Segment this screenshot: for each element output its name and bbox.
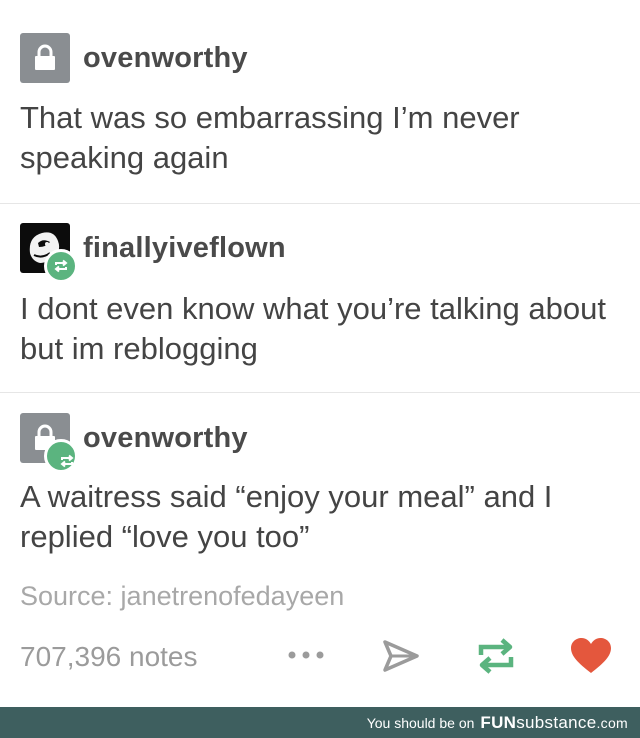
more-icon (288, 651, 324, 659)
like-button[interactable] (570, 637, 612, 675)
post-source[interactable]: Source: janetrenofedayeen (20, 581, 344, 612)
username[interactable]: ovenworthy (83, 42, 248, 75)
heart-icon (571, 638, 611, 673)
share-button[interactable] (382, 639, 420, 673)
reblog-badge (44, 249, 78, 283)
banner-text: You should be on (366, 714, 475, 731)
post-header: ovenworthy (20, 33, 248, 83)
reblog-badge (44, 439, 78, 473)
post-footer: 707,396 notes (0, 637, 640, 681)
lock-icon (35, 44, 55, 70)
reblog-icon (60, 454, 74, 468)
post-header: finallyiveflown (20, 223, 286, 283)
username[interactable]: ovenworthy (83, 422, 248, 455)
share-icon (383, 640, 419, 672)
avatar[interactable] (20, 413, 78, 473)
post-text: A waitress said “enjoy your meal” and I … (20, 479, 553, 554)
post-3: ovenworthy A waitress said “enjoy your m… (0, 393, 640, 707)
notes-count[interactable]: 707,396 notes (20, 641, 198, 673)
avatar[interactable] (20, 223, 78, 283)
reblog-icon (54, 259, 68, 273)
watermark-banner: You should be on FUNsubstance.com (0, 707, 640, 738)
reblog-button[interactable] (476, 637, 516, 675)
brand-logo: FUNsubstance.com (480, 712, 628, 732)
username[interactable]: finallyiveflown (83, 232, 286, 265)
post-header: ovenworthy (20, 413, 248, 473)
post-text: That was so embarrassing I’m never speak… (20, 100, 520, 175)
reblog-icon (478, 638, 514, 674)
post-text: I dont even know what you’re talking abo… (20, 291, 606, 366)
post-1: ovenworthy That was so embarrassing I’m … (0, 0, 640, 204)
more-button[interactable] (286, 649, 326, 661)
avatar[interactable] (20, 33, 70, 83)
post-2: finallyiveflown I dont even know what yo… (0, 204, 640, 393)
